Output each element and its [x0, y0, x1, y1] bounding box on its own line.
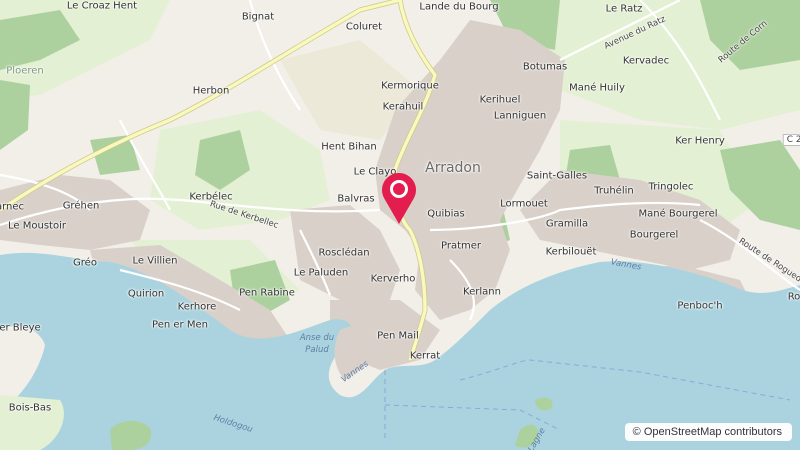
place-label-lanniguen: Lanniguen: [493, 110, 547, 122]
place-label-ker-henry: Ker Henry: [675, 135, 725, 147]
place-label-penboch: Penboc'h: [677, 300, 723, 312]
place-label-herbon: Herbon: [192, 85, 230, 97]
place-label-kerrat: Kerrat: [409, 350, 441, 362]
place-label-balvras: Balvras: [337, 193, 375, 205]
water-label-palud: Palud: [305, 345, 329, 355]
place-label-le-ratz: Le Ratz: [605, 3, 643, 15]
map-pin-icon[interactable]: [378, 172, 420, 226]
place-label-kerlann: Kerlann: [463, 286, 501, 298]
place-label-truhelin: Truhélin: [594, 185, 634, 197]
place-label-hent-bihan: Hent Bihan: [321, 141, 377, 153]
place-label-kerhore: Kerhore: [177, 301, 217, 313]
road-ref-c20: C 20: [782, 134, 800, 146]
place-label-er-bleye: er Bleye: [0, 322, 41, 334]
map-view[interactable]: Arradon Le Croaz Hent Bignat Lande du Bo…: [0, 0, 800, 450]
place-label-grehen: Gréhen: [62, 200, 100, 212]
place-label-mane-bourgerel: Mané Bourgerel: [638, 208, 718, 220]
place-label-roscledan: Rosclédan: [318, 247, 370, 259]
place-label-mane-huily: Mané Huily: [569, 82, 625, 94]
place-label-arradon: Arradon: [425, 160, 481, 176]
place-label-pen-mail: Pen Mail: [377, 330, 419, 342]
place-label-kervadec: Kervadec: [622, 55, 670, 67]
place-label-gramilla: Gramilla: [545, 218, 589, 230]
place-label-le-paluden: Le Paluden: [293, 267, 349, 279]
place-label-kerbilouet: Kerbilouët: [545, 246, 597, 258]
water-label-anse-du: Anse du: [299, 333, 335, 343]
place-label-quirion: Quirion: [127, 288, 165, 300]
place-label-le-villien: Le Villien: [132, 255, 178, 267]
place-label-tringolec: Tringolec: [648, 181, 694, 193]
place-label-arnec: arnec: [0, 201, 25, 213]
place-label-kermorique: Kermorique: [381, 80, 439, 92]
place-label-greo: Gréo: [73, 257, 97, 269]
place-label-bourgerel: Bourgerel: [629, 229, 679, 241]
place-label-ro: Ro: [787, 291, 800, 303]
place-label-lormouet: Lormouet: [500, 198, 548, 210]
place-label-pen-rabine: Pen Rabine: [239, 287, 295, 299]
place-label-bignat: Bignat: [241, 11, 275, 23]
place-label-kerihuel: Kerihuel: [479, 94, 521, 106]
place-label-ploeren: Ploeren: [6, 65, 44, 77]
place-label-pratmer: Pratmer: [440, 240, 482, 252]
place-label-le-croaz-hent: Le Croaz Hent: [66, 0, 138, 12]
attribution-text[interactable]: © OpenStreetMap contributors: [633, 426, 782, 438]
place-label-lande-du-bourg: Lande du Bourg: [419, 1, 499, 13]
place-label-kerahuil: Kerahuil: [382, 101, 424, 113]
place-label-botumas: Botumas: [522, 61, 568, 73]
place-label-pen-er-men: Pen er Men: [152, 319, 208, 331]
place-label-quibias: Quibias: [427, 208, 465, 220]
place-label-bois-bas: Bois-Bas: [8, 402, 52, 414]
attribution[interactable]: © OpenStreetMap contributors: [624, 423, 792, 441]
place-label-saint-galles: Saint-Galles: [526, 170, 588, 182]
place-label-kerverho: Kerverho: [370, 273, 416, 285]
place-label-coluret: Coluret: [345, 21, 383, 33]
place-label-le-moustoir: Le Moustoir: [8, 220, 66, 232]
